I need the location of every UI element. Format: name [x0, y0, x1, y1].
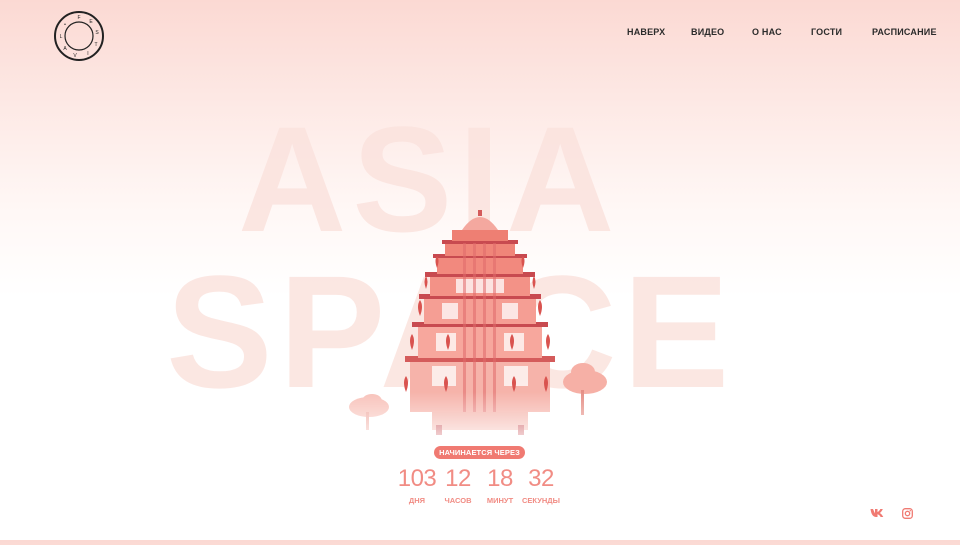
temple-illustration — [0, 0, 960, 540]
countdown: 103 ДНЯ 12 ЧАСОВ 18 МИНУТ 32 СЕКУНДЫ — [0, 465, 960, 515]
vk-icon[interactable] — [869, 506, 885, 520]
countdown-seconds-value: 32 — [528, 465, 554, 492]
countdown-seconds-label: СЕКУНДЫ — [522, 496, 560, 505]
starts-in-badge: НАЧИНАЕТСЯ ЧЕРЕЗ — [434, 446, 525, 459]
countdown-seconds: 32 СЕКУНДЫ — [511, 465, 571, 505]
instagram-icon[interactable] — [899, 506, 915, 520]
